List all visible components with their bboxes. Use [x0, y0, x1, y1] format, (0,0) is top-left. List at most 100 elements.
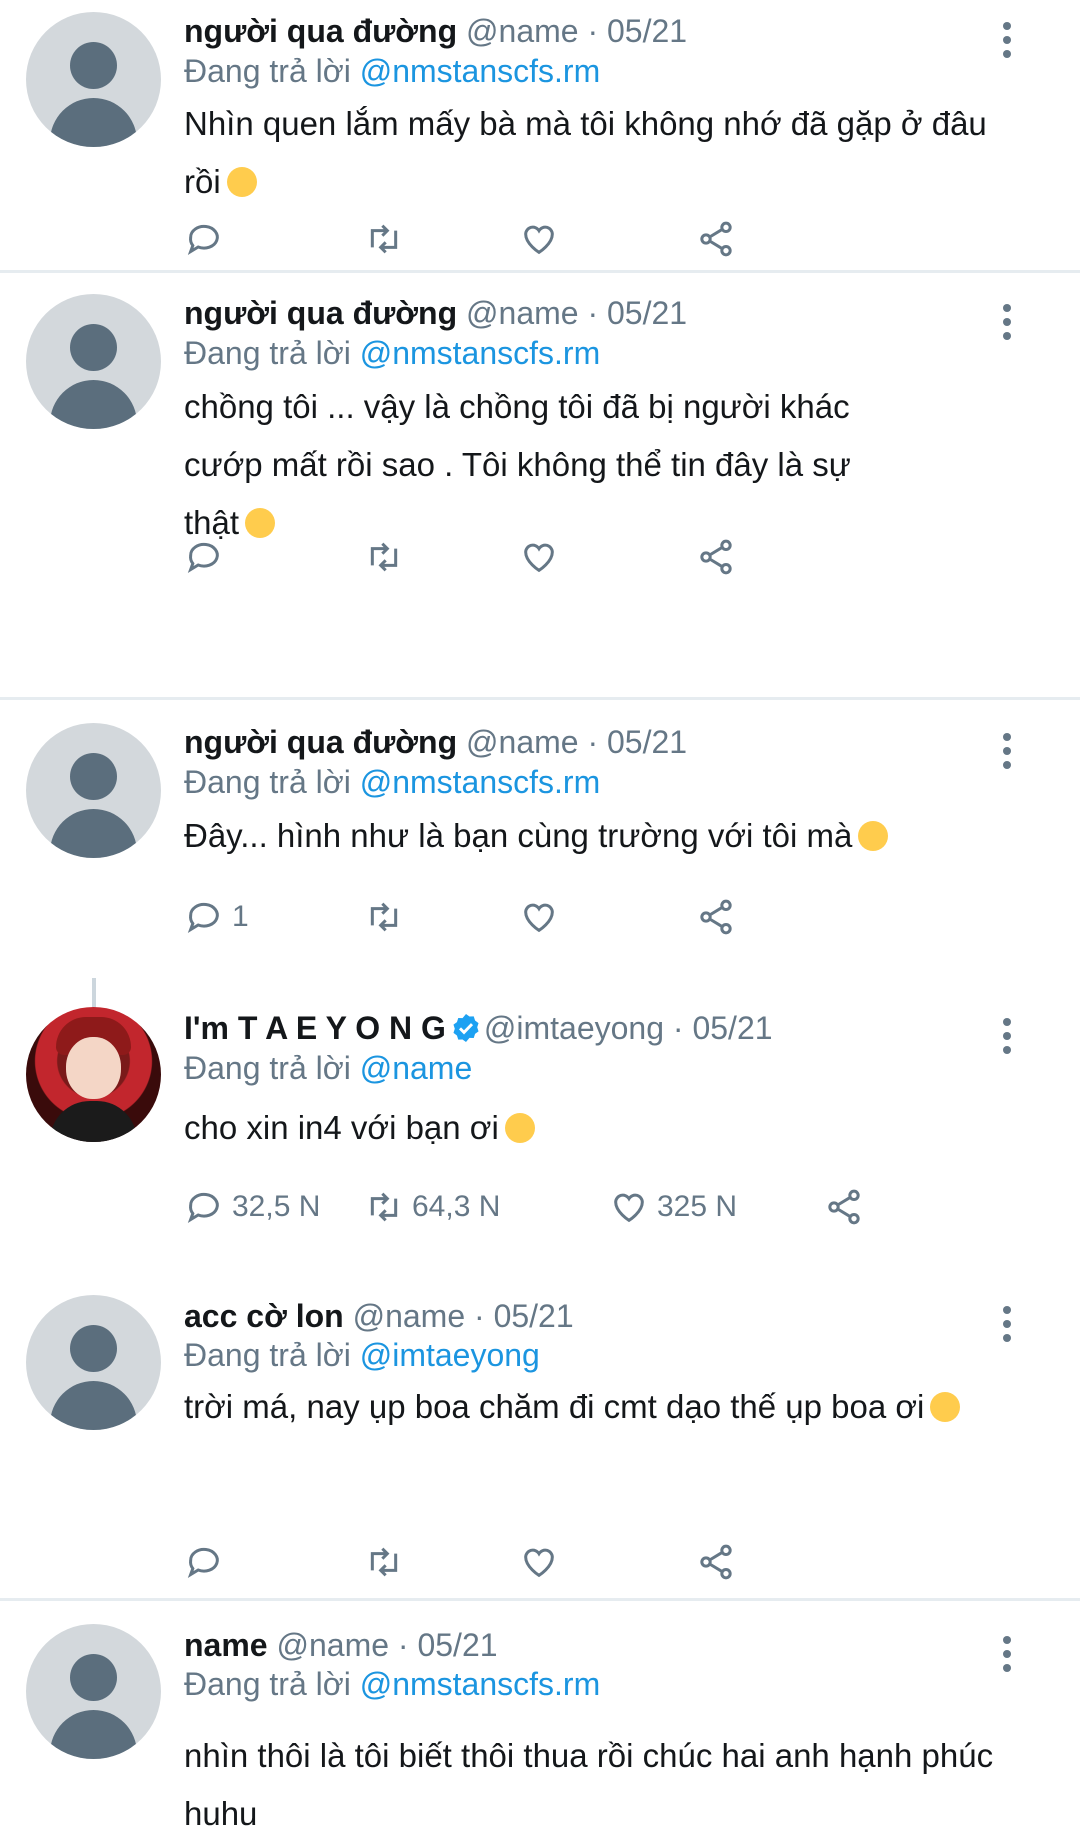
share-button[interactable]	[696, 535, 736, 579]
heart-icon	[524, 543, 554, 573]
tweet-date[interactable]: · 05/21	[673, 1010, 773, 1046]
retweet-icon	[370, 224, 398, 254]
like-button[interactable]	[519, 535, 567, 579]
user-handle[interactable]: @name	[353, 1298, 466, 1334]
tweet[interactable]: người qua đường @name · 05/21 Đang trả l…	[0, 275, 1080, 590]
display-name[interactable]: name	[184, 1627, 268, 1663]
like-button[interactable]	[519, 895, 567, 939]
like-button[interactable]	[519, 1540, 567, 1584]
like-button[interactable]	[519, 217, 567, 261]
more-vertical-icon[interactable]	[1000, 304, 1014, 346]
heart-icon	[524, 903, 554, 933]
retweet-button[interactable]	[364, 895, 412, 939]
reply-icon	[187, 224, 219, 255]
tweet-text-content: Nhìn quen lắm mấy bà mà tôi không nhớ đã…	[184, 105, 987, 200]
reply-button[interactable]	[184, 217, 232, 261]
share-button[interactable]	[696, 895, 736, 939]
user-handle[interactable]: @imtaeyong	[484, 1010, 664, 1046]
retweet-button[interactable]: 64,3 N	[364, 1185, 500, 1229]
retweet-button[interactable]	[364, 535, 412, 579]
display-name[interactable]: người qua đường	[184, 295, 457, 331]
tweet-text: Đây... hình như là bạn cùng trường với t…	[184, 807, 1014, 865]
tweet-header: người qua đường @name · 05/21	[184, 722, 687, 762]
replying-to-label: Đang trả lời	[184, 764, 351, 800]
avatar[interactable]	[26, 1295, 161, 1430]
retweet-button[interactable]	[364, 217, 412, 261]
replying-to-label: Đang trả lời	[184, 53, 351, 89]
reply-button[interactable]: 1	[184, 895, 249, 939]
tweet-date[interactable]: · 05/21	[398, 1627, 498, 1663]
tweet-text: nhìn thôi là tôi biết thôi thua rồi chúc…	[184, 1727, 1014, 1843]
mention-link[interactable]: @nmstanscfs.rm	[360, 53, 601, 89]
tweet-date[interactable]: · 05/21	[587, 295, 687, 331]
mention-link[interactable]: @nmstanscfs.rm	[360, 1666, 601, 1702]
reply-count: 32,5 N	[232, 1190, 321, 1223]
tweet-actions: 1	[184, 895, 884, 939]
reply-button[interactable]: 32,5 N	[184, 1185, 320, 1229]
tweet-header: người qua đường @name · 05/21	[184, 11, 687, 51]
share-icon	[700, 221, 732, 257]
mention-link[interactable]: @name	[360, 1050, 473, 1086]
mention-link[interactable]: @nmstanscfs.rm	[360, 764, 601, 800]
avatar[interactable]	[26, 1007, 161, 1142]
tweet-header: name @name · 05/21	[184, 1625, 498, 1665]
more-vertical-icon[interactable]	[1000, 22, 1014, 64]
share-button[interactable]	[696, 1540, 736, 1584]
user-handle[interactable]: @name	[466, 13, 579, 49]
user-handle[interactable]: @name	[466, 295, 579, 331]
reply-feed: người qua đường @name · 05/21 Đang trả l…	[0, 0, 1080, 1841]
share-button[interactable]	[824, 1185, 864, 1229]
avatar[interactable]	[26, 723, 161, 858]
more-vertical-icon[interactable]	[1000, 1018, 1014, 1060]
more-vertical-icon[interactable]	[1000, 1636, 1014, 1678]
tweet-date[interactable]: · 05/21	[587, 724, 687, 760]
reply-button[interactable]	[184, 1540, 232, 1584]
avatar[interactable]	[26, 294, 161, 429]
like-button[interactable]: 325 N	[609, 1185, 737, 1229]
share-icon	[828, 1189, 860, 1225]
retweet-count: 64,3 N	[412, 1190, 501, 1223]
share-icon	[700, 539, 732, 575]
replying-to: Đang trả lời @nmstanscfs.rm	[184, 51, 600, 91]
user-handle[interactable]: @name	[276, 1627, 389, 1663]
mention-link[interactable]: @imtaeyong	[360, 1337, 540, 1373]
reply-icon	[187, 902, 219, 933]
retweet-icon	[370, 1547, 398, 1577]
tweet-actions	[184, 1540, 884, 1584]
tweet[interactable]: I'm T A E Y O N G @imtaeyong · 05/21 Đang…	[0, 990, 1080, 1250]
tweet[interactable]: người qua đường @name · 05/21 Đang trả l…	[0, 0, 1080, 272]
avatar[interactable]	[26, 12, 161, 147]
emoji-icon	[226, 167, 257, 197]
tweet-text-content: Đây... hình như là bạn cùng trường với t…	[184, 817, 853, 854]
more-vertical-icon[interactable]	[1000, 733, 1014, 775]
mention-link[interactable]: @nmstanscfs.rm	[360, 335, 601, 371]
display-name[interactable]: acc cờ lon	[184, 1298, 344, 1334]
more-vertical-icon[interactable]	[1000, 1306, 1014, 1348]
display-name[interactable]: người qua đường	[184, 13, 457, 49]
tweet-text-content: cho xin in4 với bạn ơi	[184, 1109, 499, 1146]
display-name[interactable]: I'm T A E Y O N G	[184, 1010, 446, 1046]
display-name[interactable]: người qua đường	[184, 724, 457, 760]
replying-to: Đang trả lời @nmstanscfs.rm	[184, 762, 600, 802]
tweet-date[interactable]: · 05/21	[474, 1298, 574, 1334]
tweet[interactable]: name @name · 05/21 Đang trả lời @nmstans…	[0, 1601, 1080, 1841]
reply-count: 1	[232, 900, 249, 933]
tweet-text-content: trời má, nay ụp boa chăm đi cmt dạo thế …	[184, 1388, 925, 1425]
tweet[interactable]: người qua đường @name · 05/21 Đang trả l…	[0, 700, 1080, 980]
share-icon	[700, 899, 732, 935]
reply-icon	[187, 1547, 219, 1578]
user-handle[interactable]: @name	[466, 724, 579, 760]
verified-badge-icon	[453, 1014, 479, 1042]
like-count: 325 N	[657, 1190, 738, 1223]
tweet-text: Nhìn quen lắm mấy bà mà tôi không nhớ đã…	[184, 95, 1014, 211]
avatar[interactable]	[26, 1624, 161, 1759]
tweet-text-content: nhìn thôi là tôi biết thôi thua rồi chúc…	[184, 1737, 994, 1832]
reply-button[interactable]	[184, 535, 232, 579]
share-button[interactable]	[696, 217, 736, 261]
retweet-button[interactable]	[364, 1540, 412, 1584]
heart-icon	[524, 1548, 554, 1578]
tweet-date[interactable]: · 05/21	[587, 13, 687, 49]
tweet[interactable]: acc cờ lon @name · 05/21 Đang trả lời @i…	[0, 1280, 1080, 1590]
tweet-text: chồng tôi ... vậy là chồng tôi đã bị ngư…	[184, 378, 884, 552]
separator	[0, 270, 1080, 273]
